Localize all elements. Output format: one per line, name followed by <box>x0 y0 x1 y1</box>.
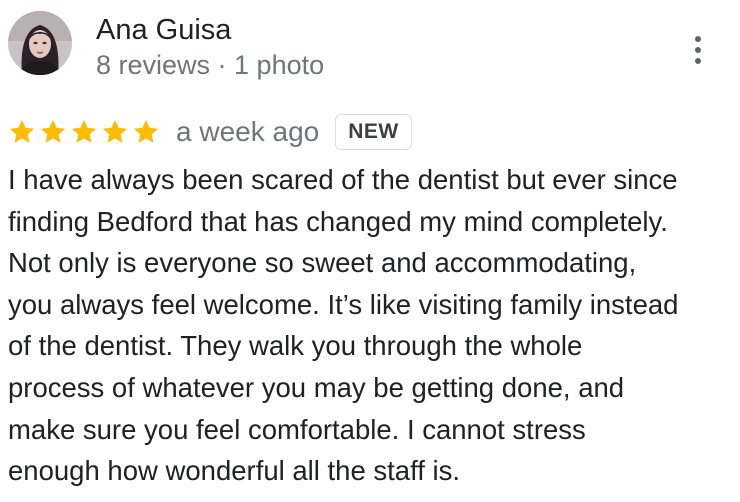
review-text-line: I have always been scared of the dentist… <box>8 164 678 195</box>
star-rating <box>8 118 160 146</box>
more-vert-icon <box>695 36 701 42</box>
review-date: a week ago <box>176 116 320 147</box>
star-icon <box>40 120 66 143</box>
review-text-line: process of whatever you may be getting d… <box>8 371 625 403</box>
review-text-line: Not only is everyone so sweet and accomm… <box>8 247 637 279</box>
review-text: I have always been scared of the dentist… <box>8 159 730 492</box>
avatar-photo <box>8 11 72 75</box>
avatar[interactable] <box>8 11 72 75</box>
more-vert-icon-dot <box>695 47 701 53</box>
review-text-line: of the dentist. They walk you through th… <box>8 330 583 362</box>
review-text-line: make sure you feel comfortable. I cannot… <box>8 413 586 445</box>
more-vert-icon-dot <box>695 58 701 64</box>
rating-row: a week ago NEW <box>8 112 412 152</box>
new-badge: NEW <box>335 114 412 150</box>
more-options-button[interactable] <box>682 30 714 70</box>
review-text-line: enough how wonderful all the staff is. <box>8 455 461 487</box>
star-icon <box>133 120 159 143</box>
review-card: Ana Guisa 8 reviews · 1 photo a week ago… <box>0 0 740 502</box>
star-icon <box>102 120 128 143</box>
review-text-line: you always feel welcome. It’s like visit… <box>8 288 679 320</box>
reviewer-name[interactable]: Ana Guisa <box>96 12 231 48</box>
star-icon <box>9 120 35 143</box>
star-icon <box>71 120 97 143</box>
review-text-line: finding Bedford that has changed my mind… <box>8 205 668 237</box>
reviewer-meta[interactable]: 8 reviews · 1 photo <box>96 48 324 82</box>
